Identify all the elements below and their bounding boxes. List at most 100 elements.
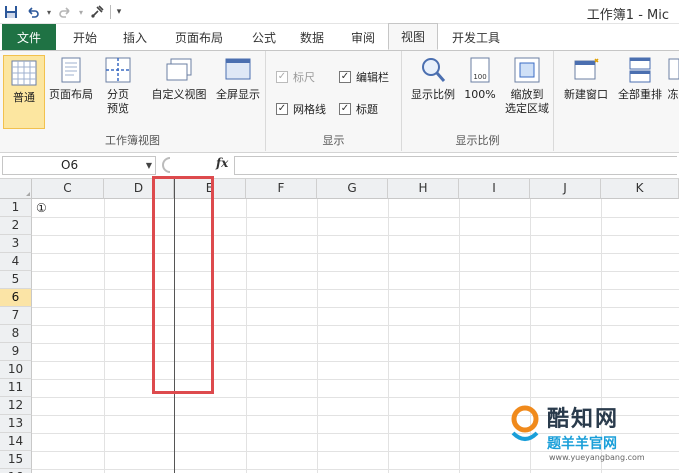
group-window: 新建窗口 全部重排 冻 <box>554 51 679 151</box>
row-header-15[interactable]: 15 <box>0 451 32 469</box>
full-screen-icon <box>225 58 251 80</box>
gridline <box>32 289 679 290</box>
select-all-corner[interactable] <box>0 179 32 199</box>
tab-insert[interactable]: 插入 <box>114 24 156 50</box>
name-box-value: O6 <box>61 158 79 172</box>
tab-data[interactable]: 数据 <box>286 24 338 50</box>
freeze-panes-icon <box>668 58 679 80</box>
magnifier-icon <box>422 58 446 82</box>
name-box-dropdown-icon[interactable]: ▼ <box>146 157 152 174</box>
row-header-4[interactable]: 4 <box>0 253 32 271</box>
group-label-zoom: 显示比例 <box>455 134 500 147</box>
custom-views-button[interactable]: 自定义视图 <box>147 55 211 102</box>
normal-view-button[interactable]: 普通 <box>3 55 45 129</box>
row-header-10[interactable]: 10 <box>0 361 32 379</box>
row-header-3[interactable]: 3 <box>0 235 32 253</box>
normal-view-icon <box>11 60 37 86</box>
qat-separator <box>110 5 111 19</box>
arrange-all-icon <box>629 57 651 83</box>
arrange-all-button[interactable]: 全部重排 <box>614 55 666 102</box>
redo-icon[interactable] <box>54 2 76 22</box>
ruler-check-icon: ✓ <box>276 71 288 83</box>
row-header-5[interactable]: 5 <box>0 271 32 289</box>
page-break-preview-button[interactable]: 分页 预览 <box>98 55 138 116</box>
new-window-label: 新建窗口 <box>564 88 608 101</box>
zoom-to-selection-label: 缩放到 选定区域 <box>505 88 549 115</box>
gridline <box>246 199 247 473</box>
undo-icon[interactable] <box>22 2 44 22</box>
freeze-panes-button[interactable]: 冻 <box>667 55 679 102</box>
tab-page-layout[interactable]: 页面布局 <box>156 24 242 50</box>
column-header-j[interactable]: J <box>530 179 601 199</box>
row-header-2[interactable]: 2 <box>0 217 32 235</box>
tab-home[interactable]: 开始 <box>56 24 114 50</box>
new-window-icon <box>574 58 599 80</box>
zoom-button[interactable]: 显示比例 <box>408 55 458 102</box>
insert-function-icon[interactable]: fx <box>216 156 228 170</box>
gridline <box>32 379 679 380</box>
tab-developer[interactable]: 开发工具 <box>438 24 514 50</box>
new-window-button[interactable]: 新建窗口 <box>560 55 612 102</box>
gridline <box>32 361 679 362</box>
formula-input[interactable] <box>234 156 677 175</box>
zoom-100-button[interactable]: 100 100% <box>460 55 500 102</box>
tab-formulas[interactable]: 公式 <box>242 24 286 50</box>
row-header-7[interactable]: 7 <box>0 307 32 325</box>
formula-bar-checkbox[interactable]: ✓ 编辑栏 <box>339 69 389 85</box>
gridline <box>32 217 679 218</box>
column-header-h[interactable]: H <box>388 179 459 199</box>
headings-check-icon: ✓ <box>339 103 351 115</box>
full-screen-label: 全屏显示 <box>216 88 260 101</box>
zoom-100-label: 100% <box>464 88 496 101</box>
full-screen-button[interactable]: 全屏显示 <box>211 55 265 102</box>
headings-label: 标题 <box>356 103 378 116</box>
column-header-f[interactable]: F <box>246 179 317 199</box>
column-header-k[interactable]: K <box>601 179 679 199</box>
tab-review[interactable]: 审阅 <box>338 24 388 50</box>
name-box[interactable]: O6 ▼ <box>2 156 156 175</box>
row-header-13[interactable]: 13 <box>0 415 32 433</box>
cell-c1[interactable]: ① <box>36 201 47 215</box>
row-header-6[interactable]: 6 <box>0 289 32 307</box>
gridline <box>317 199 318 473</box>
watermark-line3: www.yueyangbang.com <box>549 453 645 462</box>
gridline <box>32 307 679 308</box>
quick-access-toolbar: ▾ ▾ ▾ <box>0 2 125 22</box>
page-layout-icon <box>61 57 81 83</box>
title-bar: ▾ ▾ ▾ 工作簿1 - Mic <box>0 0 679 24</box>
row-header-16[interactable]: 16 <box>0 469 32 473</box>
zoom-label: 显示比例 <box>411 88 455 101</box>
save-icon[interactable] <box>0 2 22 22</box>
zoom-100-icon: 100 <box>470 57 490 83</box>
formula-bar-check-icon: ✓ <box>339 71 351 83</box>
gridline <box>32 253 679 254</box>
tab-file[interactable]: 文件 <box>2 24 56 50</box>
customize-icon[interactable] <box>86 2 108 22</box>
qat-dropdown-icon[interactable]: ▾ <box>113 2 125 22</box>
headings-checkbox[interactable]: ✓ 标题 <box>339 101 378 117</box>
row-header-1[interactable]: 1 <box>0 199 32 217</box>
group-label-show: 显示 <box>322 134 345 147</box>
gridline <box>32 271 679 272</box>
watermark-line2: 题羊羊官网 <box>547 436 617 452</box>
watermark-line1: 酷知网 <box>547 407 620 432</box>
column-header-c[interactable]: C <box>32 179 104 199</box>
row-header-9[interactable]: 9 <box>0 343 32 361</box>
gridlines-checkbox[interactable]: ✓ 网格线 <box>276 101 326 117</box>
page-layout-view-button[interactable]: 页面布局 <box>46 55 96 102</box>
ruler-label: 标尺 <box>293 71 315 84</box>
gridline <box>459 199 460 473</box>
tab-view[interactable]: 视图 <box>388 23 438 50</box>
resize-handle-icon[interactable] <box>162 156 176 174</box>
column-header-g[interactable]: G <box>317 179 388 199</box>
row-header-8[interactable]: 8 <box>0 325 32 343</box>
ruler-checkbox[interactable]: ✓ 标尺 <box>276 69 315 85</box>
row-header-11[interactable]: 11 <box>0 379 32 397</box>
redo-dropdown-icon[interactable]: ▾ <box>76 2 86 22</box>
row-header-14[interactable]: 14 <box>0 433 32 451</box>
group-label-workbook-views: 工作簿视图 <box>105 134 160 147</box>
row-header-12[interactable]: 12 <box>0 397 32 415</box>
zoom-to-selection-button[interactable]: 缩放到 选定区域 <box>502 55 552 116</box>
column-header-i[interactable]: I <box>459 179 530 199</box>
undo-dropdown-icon[interactable]: ▾ <box>44 2 54 22</box>
